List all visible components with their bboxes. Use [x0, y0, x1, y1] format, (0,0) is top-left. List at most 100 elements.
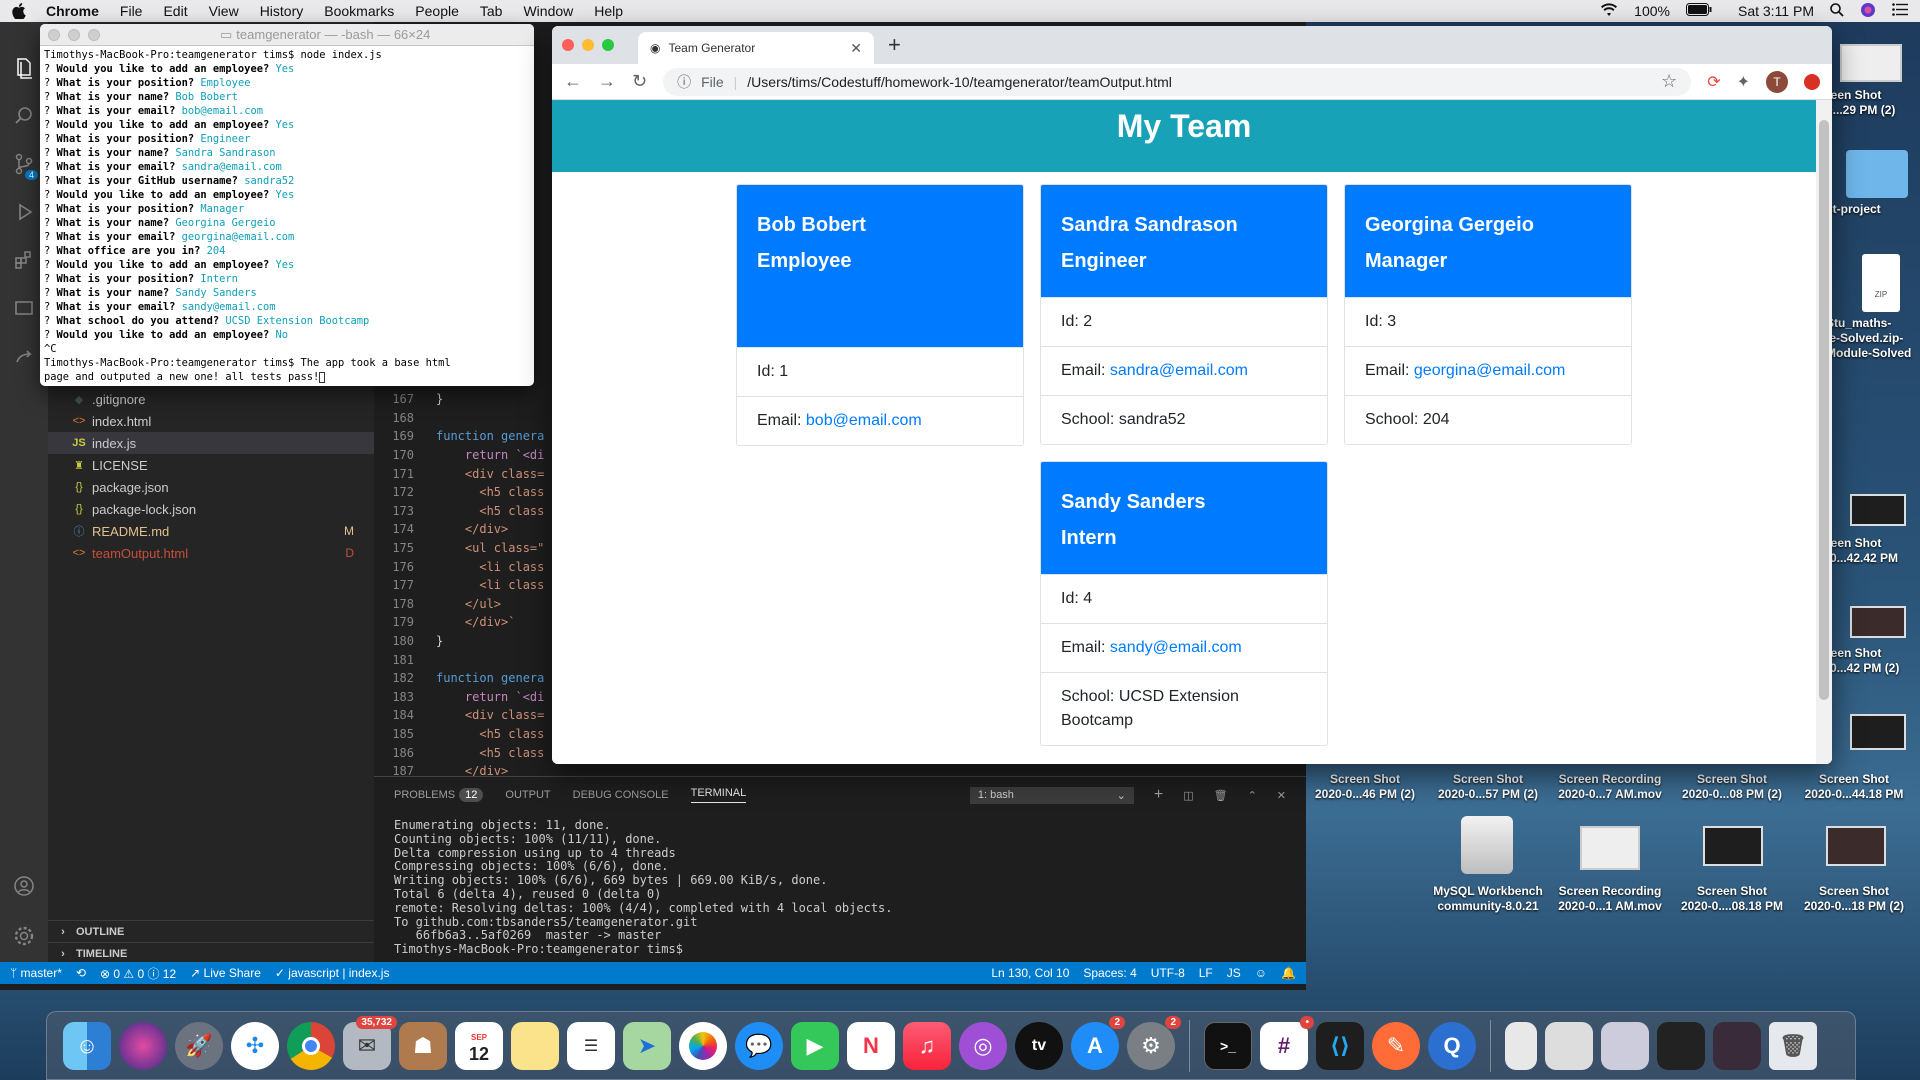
desktop-edge-screenshot-3[interactable]: reen Shot -0...42 PM (2) — [1826, 606, 1920, 676]
dock-music-icon[interactable]: ♫ — [903, 1021, 951, 1070]
indentation[interactable]: Spaces: 4 — [1083, 966, 1136, 980]
new-terminal-icon[interactable]: + — [1154, 786, 1163, 804]
email-link[interactable]: sandra@email.com — [1110, 362, 1248, 379]
close-window-icon[interactable] — [48, 28, 60, 41]
menu-app-name[interactable]: Chrome — [46, 3, 99, 19]
chrome-window[interactable]: ◉ Team Generator ✕ + ← → ↻ ⓘ File | /Use… — [552, 26, 1832, 764]
desktop-icon-screenshot-3[interactable]: Screen Shot 2020-0...08 PM (2) — [1671, 772, 1793, 802]
desktop-edge-screenshot-2[interactable]: reen Shot -0...42.42 PM — [1826, 494, 1920, 566]
language-mode[interactable]: JS — [1227, 966, 1241, 980]
accounts-icon[interactable] — [0, 862, 48, 910]
email-link[interactable]: georgina@email.com — [1414, 362, 1565, 379]
feedback-icon[interactable]: ☺ — [1255, 966, 1267, 980]
email-link[interactable]: sandy@email.com — [1110, 639, 1242, 656]
screenshot-thumbnail-2[interactable] — [1826, 826, 1886, 866]
dock-calendar-icon[interactable]: SEP 12 — [455, 1021, 503, 1070]
terminal-select[interactable]: 1: bash ⌄ — [969, 786, 1134, 804]
dock-window-preview[interactable] — [1601, 1021, 1649, 1070]
dock-siri-icon[interactable] — [119, 1021, 167, 1070]
dock-terminal-icon[interactable]: >_ — [1204, 1021, 1252, 1070]
dock-system-preferences-icon[interactable]: ⚙ 2 — [1127, 1015, 1181, 1070]
menu-help[interactable]: Help — [594, 3, 623, 19]
bookmark-star-icon[interactable]: ☆ — [1661, 71, 1677, 92]
wifi-icon[interactable] — [1600, 2, 1618, 20]
outline-section[interactable]: › OUTLINE — [48, 920, 374, 943]
terminal-title-bar[interactable]: ▭ teamgenerator — -bash — 66×24 — [40, 24, 534, 46]
disk-image-icon[interactable] — [1461, 816, 1513, 874]
tab-terminal[interactable]: TERMINAL — [690, 787, 747, 803]
terminal-output[interactable]: Timothys-MacBook-Pro:teamgenerator tims$… — [40, 46, 534, 386]
dock-window-preview[interactable] — [1545, 1021, 1593, 1070]
notification-center-icon[interactable] — [1892, 3, 1908, 19]
file-item[interactable]: <> teamOutput.html D — [48, 542, 374, 564]
new-tab-button[interactable]: + — [888, 32, 901, 58]
file-item[interactable]: ⓘ README.md M — [48, 520, 374, 542]
forward-arrow-icon[interactable]: → — [598, 71, 616, 92]
dock-chrome-icon[interactable] — [287, 1021, 335, 1070]
dock-quicktime-icon[interactable]: Q — [1428, 1021, 1476, 1070]
dock-facetime-icon[interactable]: ▶ — [791, 1021, 839, 1070]
file-item[interactable]: {} package.json — [48, 476, 374, 498]
trash-icon[interactable]: 🗑 — [1214, 789, 1228, 802]
dock-contacts-icon[interactable]: ☗ — [399, 1021, 447, 1070]
extensions-puzzle-icon[interactable]: ✦ — [1737, 72, 1750, 92]
desktop-icon-screen-recording-2[interactable]: Screen Recording 2020-0...1 AM.mov — [1549, 884, 1671, 914]
sync-icon[interactable]: ⟲ — [76, 966, 86, 980]
terminal-output[interactable]: Enumerating objects: 11, done. Counting … — [374, 813, 1306, 963]
desktop-icon-screen-recording-1[interactable]: Screen Recording 2020-0...7 AM.mov — [1549, 772, 1671, 802]
screenshot-thumbnail[interactable] — [1703, 826, 1763, 866]
dock-app-store-icon[interactable]: A2 — [1071, 1015, 1125, 1070]
back-arrow-icon[interactable]: ← — [564, 71, 582, 92]
spotlight-search-icon[interactable] — [1830, 2, 1844, 20]
dock-maps-icon[interactable]: ➤ — [623, 1021, 671, 1070]
info-icon[interactable]: ⓘ — [677, 72, 691, 92]
desktop-icon-screenshot-2[interactable]: Screen Shot 2020-0...57 PM (2) — [1427, 772, 1549, 802]
menu-view[interactable]: View — [209, 3, 239, 19]
desktop-edge-screenshot-1[interactable]: reen Shot 0...29 PM (2) — [1826, 44, 1920, 134]
menu-bookmarks[interactable]: Bookmarks — [324, 3, 394, 19]
scrollbar-thumb[interactable] — [1819, 120, 1829, 700]
line-ending[interactable]: LF — [1199, 966, 1213, 980]
terminal-window[interactable]: ▭ teamgenerator — -bash — 66×24 Timothys… — [40, 24, 534, 386]
file-item[interactable]: <> index.html — [48, 410, 374, 432]
page-scrollbar[interactable] — [1816, 100, 1832, 764]
dock-safari-icon[interactable]: ✣ — [231, 1021, 279, 1070]
dock-reminders-icon[interactable]: ☰ — [567, 1021, 615, 1070]
live-share-status[interactable]: ↗ Live Share — [190, 966, 261, 980]
file-item[interactable]: ♜ LICENSE — [48, 454, 374, 476]
language-check-status[interactable]: ✓ javascript | index.js — [275, 966, 390, 980]
split-terminal-icon[interactable]: ◫ — [1183, 789, 1193, 802]
dock-notes-icon[interactable] — [511, 1021, 559, 1070]
browser-tab[interactable]: ◉ Team Generator ✕ — [638, 32, 874, 64]
desktop-edge-folder[interactable]: st-project — [1826, 150, 1920, 217]
menu-people[interactable]: People — [415, 3, 459, 19]
desktop-icon-mysql-workbench[interactable]: MySQL Workbench community-8.0.21 — [1427, 884, 1549, 914]
desktop-icon-screenshot-5[interactable]: Screen Shot 2020-0....08.18 PM — [1671, 884, 1793, 914]
close-panel-icon[interactable]: ✕ — [1277, 789, 1286, 802]
desktop-icon-screenshot-6[interactable]: Screen Shot 2020-0...18 PM (2) — [1793, 884, 1915, 914]
dock-vscode-icon[interactable]: ⟨⟩ — [1316, 1021, 1364, 1070]
tab-output[interactable]: OUTPUT — [505, 789, 550, 801]
zoom-window-icon[interactable] — [602, 39, 614, 51]
battery-icon[interactable] — [1685, 3, 1712, 19]
cursor-position[interactable]: Ln 130, Col 10 — [991, 966, 1069, 980]
file-item[interactable]: ◆ .gitignore — [48, 388, 374, 410]
desktop-edge-thumbnail[interactable] — [1850, 714, 1906, 750]
file-item[interactable]: {} package-lock.json — [48, 498, 374, 520]
menu-file[interactable]: File — [120, 3, 143, 19]
settings-gear-icon[interactable] — [0, 912, 48, 960]
minimize-window-icon[interactable] — [68, 28, 80, 41]
dock-postman-icon[interactable]: ✎ — [1372, 1021, 1420, 1070]
tab-problems[interactable]: PROBLEMS 12 — [394, 788, 484, 802]
dock-news-icon[interactable]: N — [847, 1021, 895, 1070]
tab-debug-console[interactable]: DEBUG CONSOLE — [573, 789, 669, 801]
problems-status[interactable]: ⊗ 0 ⚠ 0 ⓘ 12 — [100, 965, 176, 982]
close-tab-icon[interactable]: ✕ — [850, 40, 862, 57]
dock-finder-icon[interactable]: ☺ — [63, 1021, 111, 1070]
dock-trash-icon[interactable]: 🗑 — [1769, 1021, 1817, 1070]
dock-podcasts-icon[interactable]: ◎ — [959, 1021, 1007, 1070]
dock-window-preview[interactable] — [1713, 1021, 1761, 1070]
dock-tv-icon[interactable]: tv — [1015, 1021, 1063, 1070]
git-branch[interactable]: ᛘ master* — [10, 966, 62, 980]
minimize-window-icon[interactable] — [582, 39, 594, 51]
